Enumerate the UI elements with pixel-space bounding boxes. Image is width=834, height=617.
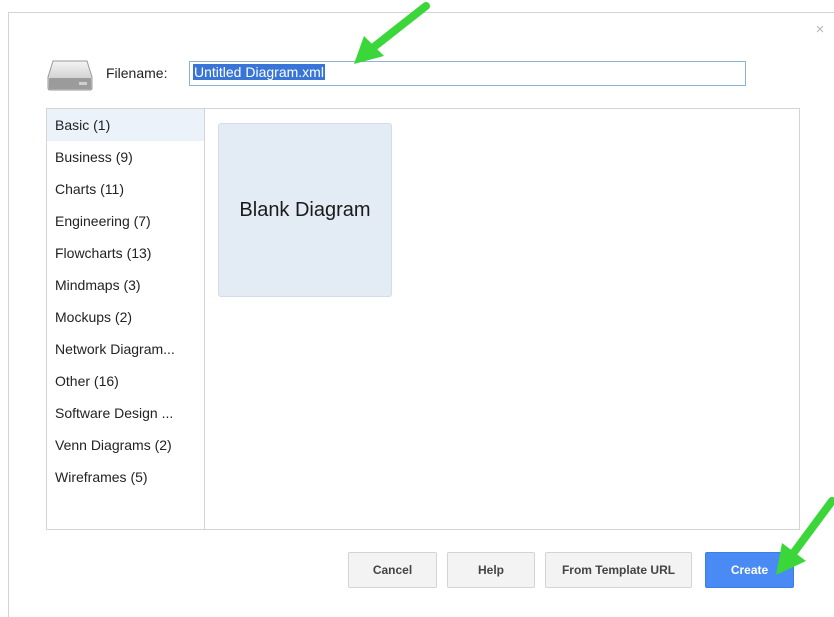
category-item-mockups[interactable]: Mockups (2) [47,301,204,333]
category-item-engineering[interactable]: Engineering (7) [47,205,204,237]
template-label: Blank Diagram [239,198,371,221]
category-item-mindmaps[interactable]: Mindmaps (3) [47,269,204,301]
category-item-wireframes[interactable]: Wireframes (5) [47,461,204,493]
cancel-button[interactable]: Cancel [348,552,437,588]
category-item-venn-diagrams[interactable]: Venn Diagrams (2) [47,429,204,461]
close-icon[interactable]: × [814,22,826,37]
category-item-basic[interactable]: Basic (1) [47,109,204,141]
drive-icon [47,60,93,91]
category-item-other[interactable]: Other (16) [47,365,204,397]
template-area: Blank Diagram [205,109,799,529]
category-item-charts[interactable]: Charts (11) [47,173,204,205]
from-template-url-button[interactable]: From Template URL [545,552,692,588]
category-item-flowcharts[interactable]: Flowcharts (13) [47,237,204,269]
filename-selected-text: Untitled Diagram.xml [193,64,325,80]
category-item-network-diagrams[interactable]: Network Diagram... [47,333,204,365]
category-list: Basic (1) Business (9) Charts (11) Engin… [47,109,205,529]
template-panel: Basic (1) Business (9) Charts (11) Engin… [46,108,800,530]
help-button[interactable]: Help [447,552,535,588]
blank-diagram-template[interactable]: Blank Diagram [218,123,392,297]
create-button[interactable]: Create [705,552,794,588]
category-item-software-design[interactable]: Software Design ... [47,397,204,429]
filename-label: Filename: [106,65,168,81]
category-item-business[interactable]: Business (9) [47,141,204,173]
filename-input[interactable]: Untitled Diagram.xml [189,61,746,86]
